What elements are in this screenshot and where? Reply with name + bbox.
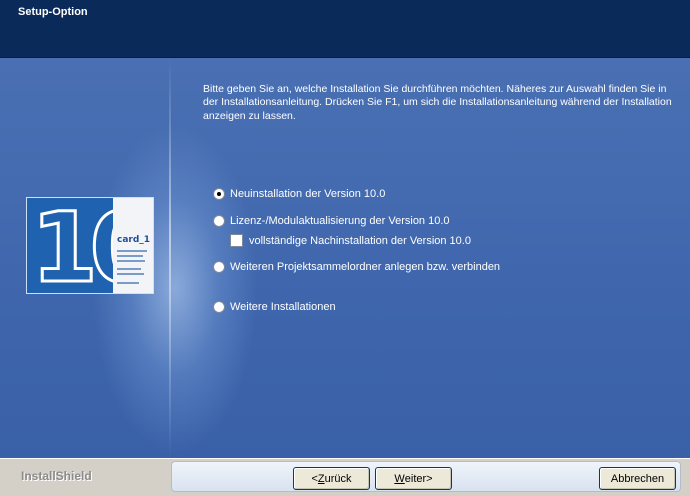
option-label: Neuinstallation der Version 10.0 xyxy=(230,188,386,200)
window-title: Setup-Option xyxy=(18,6,88,18)
option-label: Weiteren Projektsammelordner anlegen bzw… xyxy=(230,261,501,273)
next-button[interactable]: Weiter > xyxy=(375,467,452,490)
option-new-install[interactable]: Neuinstallation der Version 10.0 xyxy=(213,188,385,200)
installshield-logo: InstallShield xyxy=(21,469,92,483)
option-more-installs[interactable]: Weitere Installationen xyxy=(213,301,336,313)
logo-brand: card_1 xyxy=(117,235,151,245)
option-project-folder[interactable]: Weiteren Projektsammelordner anlegen bzw… xyxy=(213,261,500,273)
button-panel: < Zurück Weiter > Abbrechen xyxy=(171,461,681,492)
radio-button[interactable] xyxy=(213,261,225,273)
option-license-update[interactable]: Lizenz-/Modulaktualisierung der Version … xyxy=(213,215,450,227)
content-area: 10 card_1 Bitte geben Sie an, welche Ins… xyxy=(0,58,690,458)
cancel-button[interactable]: Abbrechen xyxy=(599,467,676,490)
radio-button[interactable] xyxy=(213,301,225,313)
option-label: vollständige Nachinstallation der Versio… xyxy=(249,234,471,247)
vertical-divider xyxy=(169,58,171,458)
radio-button[interactable] xyxy=(213,215,225,227)
option-full-reinstall[interactable]: vollständige Nachinstallation der Versio… xyxy=(230,234,471,247)
radio-button-selected[interactable] xyxy=(213,188,225,200)
option-label: Lizenz-/Modulaktualisierung der Version … xyxy=(230,215,450,227)
checkbox[interactable] xyxy=(230,234,243,247)
title-bar: Setup-Option xyxy=(0,0,690,57)
button-bar: InstallShield < Zurück Weiter > Abbreche… xyxy=(0,458,690,496)
product-logo: 10 card_1 xyxy=(26,197,154,294)
logo-card: card_1 xyxy=(113,198,153,293)
instructions-text: Bitte geben Sie an, welche Installation … xyxy=(203,83,672,122)
option-label: Weitere Installationen xyxy=(230,301,336,313)
back-button[interactable]: < Zurück xyxy=(293,467,370,490)
